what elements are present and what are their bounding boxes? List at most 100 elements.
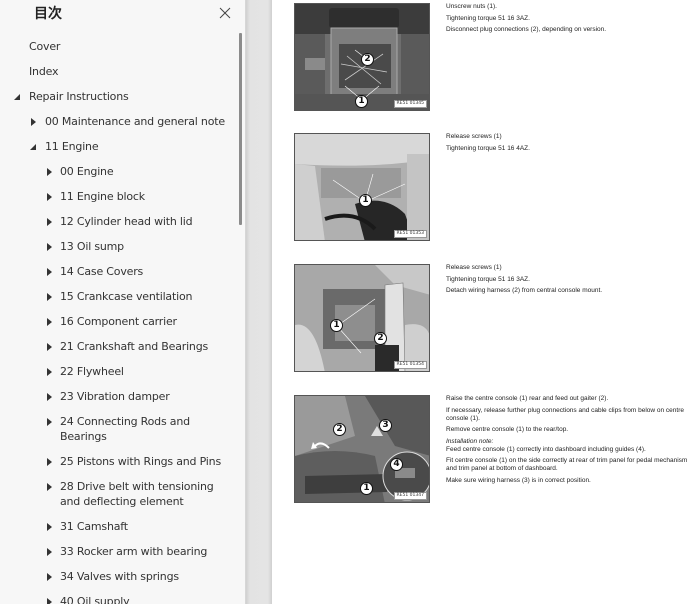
console-photo — [295, 265, 429, 371]
toc-item-crankcase-ventilation[interactable]: 15 Crankcase ventilation — [0, 284, 240, 309]
toc-item-label: 00 Engine — [60, 165, 114, 178]
callout-marker: 2 — [374, 332, 387, 345]
toc-item-vibration-damper[interactable]: 23 Vibration damper — [0, 384, 240, 409]
toc-item-engine-block[interactable]: 11 Engine block — [0, 184, 240, 209]
toc-item-label: 33 Rocker arm with bearing — [60, 545, 208, 558]
collapsed-triangle-icon[interactable] — [46, 483, 53, 491]
callout-marker: 1 — [360, 482, 373, 495]
step-instructions: Release screws (1) Tightening torque 51 … — [446, 264, 691, 299]
toc-item-case-covers[interactable]: 14 Case Covers — [0, 259, 240, 284]
expanded-triangle-icon[interactable] — [30, 143, 37, 151]
step-instructions: Release screws (1) Tightening torque 51 … — [446, 133, 691, 156]
step-figure: 1 2 RE51 01354 — [294, 264, 430, 372]
step-figure: 2 3 4 1 RE51 01347 — [294, 395, 430, 503]
toc-item-cover[interactable]: Cover — [0, 34, 240, 59]
collapsed-triangle-icon[interactable] — [46, 168, 53, 176]
collapsed-triangle-icon[interactable] — [30, 118, 37, 126]
collapsed-triangle-icon[interactable] — [46, 523, 53, 531]
collapsed-triangle-icon[interactable] — [46, 573, 53, 581]
collapsed-triangle-icon[interactable] — [46, 293, 53, 301]
collapsed-triangle-icon[interactable] — [46, 598, 53, 604]
toc-item-connecting-rods[interactable]: 24 Connecting Rods and Bearings — [0, 409, 240, 449]
instruction-line: Raise the centre console (1) rear and fe… — [446, 395, 609, 402]
toc-list: Cover Index Repair Instructions 00 Maint… — [0, 34, 240, 604]
sidebar-header: 目次 — [0, 0, 245, 28]
instruction-line: Unscrew nuts (1). — [446, 3, 497, 10]
toc-item-label: 22 Flywheel — [60, 365, 124, 378]
instruction-line: Tightening torque 51 16 4AZ. — [446, 144, 530, 152]
toc-item-drive-belt[interactable]: 28 Drive belt with tensioning and deflec… — [0, 474, 240, 514]
close-sidebar-button[interactable] — [216, 4, 234, 22]
toc-item-cylinder-head[interactable]: 12 Cylinder head with lid — [0, 209, 240, 234]
figure-code: RE51 01345 — [393, 100, 427, 108]
procedure-step: 1 2 RE51 01354 Release screws (1) Tighte… — [294, 264, 691, 374]
procedure-step: 2 1 RE51 01345 Unscrew nuts (1). Tighten… — [294, 3, 691, 113]
collapsed-triangle-icon[interactable] — [46, 393, 53, 401]
figure-code: RE51 01347 — [393, 492, 427, 500]
instruction-line: Remove centre console (1) to the rear/to… — [446, 426, 569, 433]
note-line: Feed centre console (1) correctly into d… — [446, 445, 646, 453]
toc-item-label: 16 Component carrier — [60, 315, 177, 328]
callout-marker: 3 — [379, 419, 392, 432]
instruction-line: Disconnect plug connections (2), dependi… — [446, 26, 607, 33]
instruction-line: Detach wiring harness (2) from central c… — [446, 287, 603, 294]
toc-item-label: 15 Crankcase ventilation — [60, 290, 193, 303]
collapsed-triangle-icon[interactable] — [46, 268, 53, 276]
toc-item-rocker-arm[interactable]: 33 Rocker arm with bearing — [0, 539, 240, 564]
step-instructions: Unscrew nuts (1). Tightening torque 51 1… — [446, 3, 691, 38]
instruction-line: Release screws (1) — [446, 133, 502, 140]
callout-marker: 1 — [330, 319, 343, 332]
note-line: Make sure wiring harness (3) is in corre… — [446, 476, 591, 484]
callout-marker: 2 — [333, 423, 346, 436]
collapsed-triangle-icon[interactable] — [46, 343, 53, 351]
expanded-triangle-icon[interactable] — [14, 93, 21, 101]
document-page: 2 1 RE51 01345 Unscrew nuts (1). Tighten… — [272, 0, 691, 604]
toc-item-crankshaft[interactable]: 21 Crankshaft and Bearings — [0, 334, 240, 359]
console-photo — [295, 134, 429, 240]
toc-item-label: 12 Cylinder head with lid — [60, 215, 193, 228]
toc-item-maintenance[interactable]: 00 Maintenance and general note — [0, 109, 240, 134]
collapsed-triangle-icon[interactable] — [46, 458, 53, 466]
step-figure: 1 RE51 01353 — [294, 133, 430, 241]
toc-item-valves[interactable]: 34 Valves with springs — [0, 564, 240, 589]
figure-code: RE51 01353 — [393, 230, 427, 238]
note-line: Fit centre console (1) on the side corre… — [446, 457, 688, 472]
toc-item-index[interactable]: Index — [0, 59, 240, 84]
toc-item-oil-sump[interactable]: 13 Oil sump — [0, 234, 240, 259]
sidebar-scrollbar[interactable] — [239, 33, 242, 225]
collapsed-triangle-icon[interactable] — [46, 218, 53, 226]
close-icon — [219, 7, 231, 19]
toc-item-pistons[interactable]: 25 Pistons with Rings and Pins — [0, 449, 240, 474]
collapsed-triangle-icon[interactable] — [46, 368, 53, 376]
toc-item-engine[interactable]: 11 Engine — [0, 134, 240, 159]
collapsed-triangle-icon[interactable] — [46, 548, 53, 556]
toc-item-label: Cover — [29, 40, 61, 53]
toc-item-camshaft[interactable]: 31 Camshaft — [0, 514, 240, 539]
callout-marker: 4 — [390, 458, 403, 471]
toc-item-label: 24 Connecting Rods and Bearings — [60, 415, 190, 443]
callout-marker: 1 — [359, 194, 372, 207]
toc-item-oil-supply[interactable]: 40 Oil supply — [0, 589, 240, 604]
collapsed-triangle-icon[interactable] — [46, 318, 53, 326]
toc-item-repair-instructions[interactable]: Repair Instructions — [0, 84, 240, 109]
toc-item-label: 34 Valves with springs — [60, 570, 179, 583]
toc-item-label: 14 Case Covers — [60, 265, 144, 278]
toc-item-label: 00 Maintenance and general note — [45, 115, 225, 128]
procedure-step: 2 3 4 1 RE51 01347 Raise the centre cons… — [294, 395, 691, 515]
toc-sidebar: 目次 Cover Index Repair Instructions 00 Ma… — [0, 0, 246, 604]
toc-item-label: 11 Engine block — [60, 190, 145, 203]
viewer-gutter — [246, 0, 272, 604]
toc-item-component-carrier[interactable]: 16 Component carrier — [0, 309, 240, 334]
instruction-line: If necessary, release further plug conne… — [446, 406, 684, 422]
toc-item-label: 23 Vibration damper — [60, 390, 170, 403]
toc-item-label: 40 Oil supply — [60, 595, 130, 604]
procedure-step: 1 RE51 01353 Release screws (1) Tighteni… — [294, 133, 691, 243]
callout-marker: 2 — [361, 53, 374, 66]
collapsed-triangle-icon[interactable] — [46, 193, 53, 201]
instruction-line: Tightening torque 51 16 3AZ. — [446, 275, 530, 283]
toc-item-00-engine[interactable]: 00 Engine — [0, 159, 240, 184]
installation-note-heading: Installation note: — [446, 437, 494, 445]
collapsed-triangle-icon[interactable] — [46, 418, 53, 426]
collapsed-triangle-icon[interactable] — [46, 243, 53, 251]
toc-item-flywheel[interactable]: 22 Flywheel — [0, 359, 240, 384]
